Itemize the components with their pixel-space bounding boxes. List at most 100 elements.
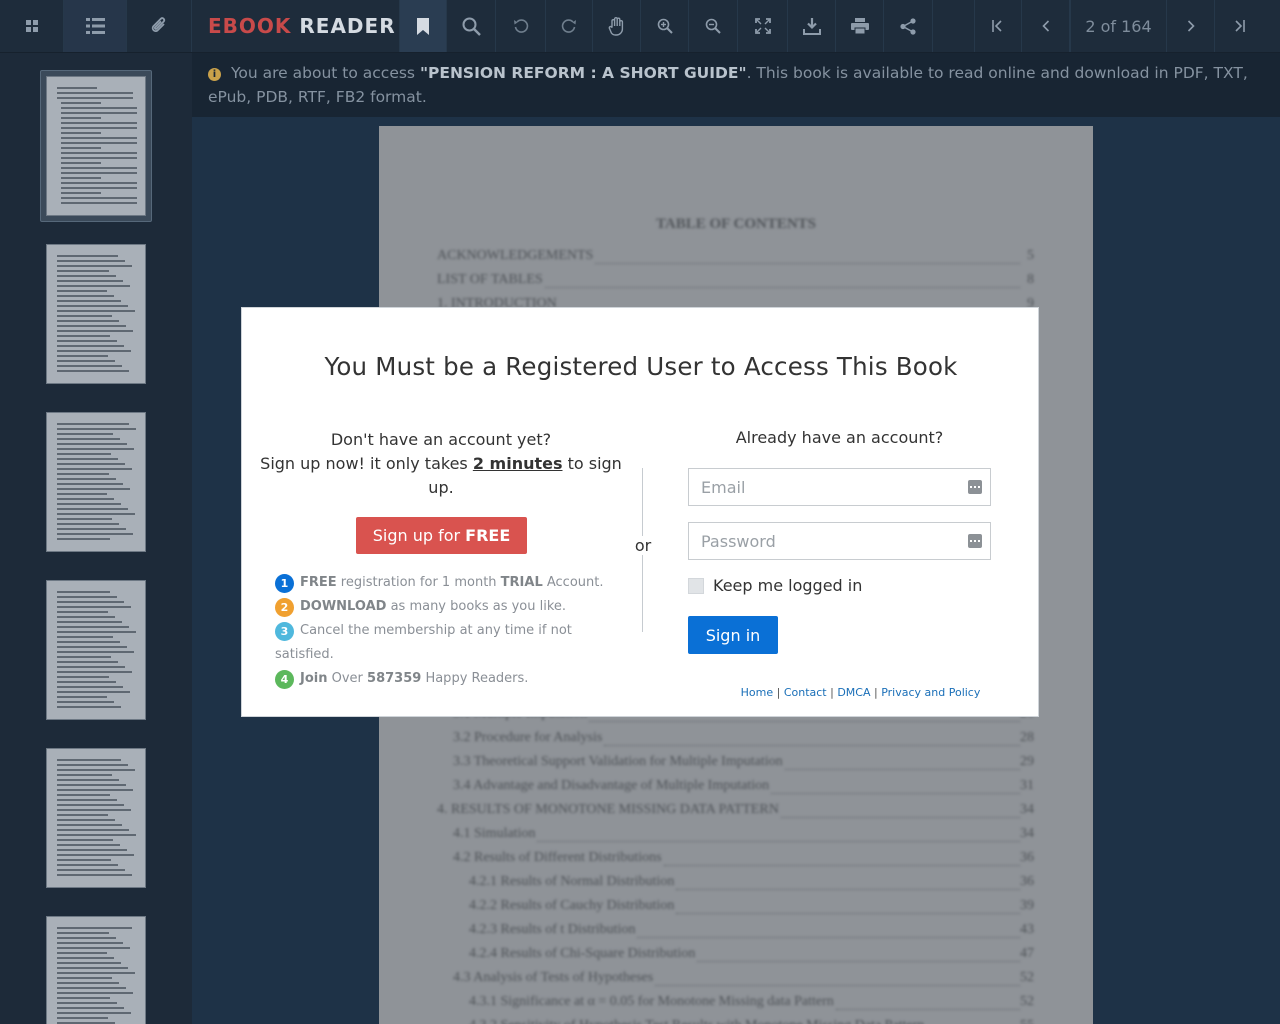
thumbnail-text-line xyxy=(57,666,125,668)
thumbnail-text-line xyxy=(57,656,111,658)
thumbnail-text-line xyxy=(57,834,136,836)
thumbnail-text-line xyxy=(57,646,127,648)
zoom-out-button[interactable] xyxy=(689,0,738,52)
list-icon xyxy=(85,17,105,35)
outline-button[interactable] xyxy=(64,0,127,52)
toc-entry-page: 52 xyxy=(1020,970,1034,985)
thumbnail-text-line xyxy=(61,182,137,184)
thumbnail-text-line xyxy=(57,972,135,974)
thumbnail-text-line xyxy=(57,967,128,969)
bookmark-button[interactable] xyxy=(399,0,447,52)
first-page-icon xyxy=(992,20,1004,32)
thumbnail-text-line xyxy=(57,365,122,367)
thumbnail-text-line xyxy=(57,864,118,866)
thumbnail-text-line xyxy=(57,839,113,841)
toc-row: 4. RESULTS OF MONOTONE MISSING DATA PATT… xyxy=(437,802,1034,822)
download-button[interactable] xyxy=(788,0,836,52)
thumbnail-text-line xyxy=(57,355,108,357)
fullscreen-button[interactable] xyxy=(738,0,788,52)
thumbnail-text-line xyxy=(57,498,114,500)
toc-leader-dots xyxy=(697,961,1020,962)
share-button[interactable] xyxy=(884,0,933,52)
signin-button[interactable]: Sign in xyxy=(688,616,778,654)
thumbnail-text-line xyxy=(57,260,125,262)
thumbnail-text-line xyxy=(57,641,120,643)
toc-entry-page: 29 xyxy=(1020,754,1034,769)
thumbnail-text-line xyxy=(57,794,110,796)
page-indicator[interactable]: 2 of 164 xyxy=(1070,0,1167,52)
thumbnail-text-line xyxy=(61,172,137,174)
page-thumbnail[interactable] xyxy=(46,916,146,1024)
toc-row: LIST OF TABLES 8 xyxy=(437,272,1034,292)
thumbnail-text-line xyxy=(61,187,137,189)
thumbnail-text-line xyxy=(57,340,117,342)
home-link[interactable]: Home xyxy=(741,686,773,699)
rotate-ccw-button[interactable] xyxy=(496,0,546,52)
toc-leader-dots xyxy=(781,817,1020,818)
signup-free-button[interactable]: Sign up for FREE xyxy=(356,517,527,554)
keyboard-icon[interactable] xyxy=(968,534,982,548)
thumbnail-text-line xyxy=(57,942,123,944)
toc-row: 4.2.1 Results of Normal Distribution 36 xyxy=(469,874,1034,894)
signup-time: 2 minutes xyxy=(472,454,563,473)
access-notice: i You are about to access "PENSION REFORM… xyxy=(192,53,1280,117)
toc-entry-page: 43 xyxy=(1020,922,1034,937)
keep-logged-in[interactable]: Keep me logged in xyxy=(688,576,862,595)
thumbnail-text-line xyxy=(57,701,114,703)
toc-leader-dots xyxy=(771,793,1020,794)
toc-leader-dots xyxy=(676,889,1020,890)
contact-link[interactable]: Contact xyxy=(784,686,827,699)
keyboard-icon[interactable] xyxy=(968,480,982,494)
thumbnail-text-line xyxy=(61,167,137,169)
next-page-button[interactable] xyxy=(1167,0,1215,52)
page-thumbnail[interactable] xyxy=(46,580,146,720)
rotate-cw-button[interactable] xyxy=(546,0,593,52)
toc-leader-dots xyxy=(545,287,1020,288)
first-page-button[interactable] xyxy=(974,0,1022,52)
privacy-link[interactable]: Privacy and Policy xyxy=(881,686,980,699)
email-field[interactable] xyxy=(689,469,990,505)
keep-logged-in-checkbox[interactable] xyxy=(688,577,704,594)
thumbnail-text-line xyxy=(57,869,125,871)
dmca-link[interactable]: DMCA xyxy=(837,686,870,699)
search-button[interactable] xyxy=(447,0,496,52)
thumbnail-text-line xyxy=(57,538,110,540)
prev-page-button[interactable] xyxy=(1022,0,1070,52)
thumbnail-text-line xyxy=(57,651,134,653)
share-icon xyxy=(900,17,916,35)
password-field[interactable] xyxy=(689,523,990,559)
thumbnail-text-line xyxy=(57,874,132,876)
zoom-in-button[interactable] xyxy=(641,0,689,52)
signup-text: Sign up now! it only takes 2 minutes to … xyxy=(260,452,622,500)
thumbnail-text-line xyxy=(57,819,115,821)
thumbnail-text-line xyxy=(57,784,126,786)
print-button[interactable] xyxy=(836,0,884,52)
page-thumbnail[interactable] xyxy=(46,412,146,552)
attachments-button[interactable] xyxy=(127,0,192,52)
page-thumbnail[interactable] xyxy=(46,76,146,216)
hand-tool-button[interactable] xyxy=(593,0,641,52)
thumbnail-text-line xyxy=(57,636,113,638)
thumbnail-text-line xyxy=(61,137,137,139)
thumbnails-button[interactable] xyxy=(0,0,64,52)
toc-leader-dots xyxy=(664,865,1020,866)
rotate-cw-icon xyxy=(561,18,577,34)
thumbnail-text-line xyxy=(57,671,132,673)
toc-entry-text: ACKNOWLEDGEMENTS xyxy=(437,248,594,263)
thumbnail-text-line xyxy=(61,192,101,194)
thumbnail-text-line xyxy=(61,197,137,199)
email-field-wrap xyxy=(688,468,991,506)
notice-prefix: You are about to access xyxy=(231,64,420,82)
last-page-button[interactable] xyxy=(1215,0,1263,52)
thumbnail-text-line xyxy=(57,859,111,861)
thumbnail-text-line xyxy=(57,310,135,312)
page-thumbnail[interactable] xyxy=(46,748,146,888)
toc-entry-text: 4.1 Simulation xyxy=(453,826,536,841)
thumbnail-text-line xyxy=(57,621,122,623)
thumbnail-text-line xyxy=(57,849,127,851)
page-thumbnail[interactable] xyxy=(46,244,146,384)
number-badge: 4 xyxy=(275,670,294,689)
toc-leader-dots xyxy=(595,263,1020,264)
toc-entry-page: 55 xyxy=(1020,1018,1034,1024)
benefit-item: 4 Join Over 587359 Happy Readers. xyxy=(275,667,615,691)
